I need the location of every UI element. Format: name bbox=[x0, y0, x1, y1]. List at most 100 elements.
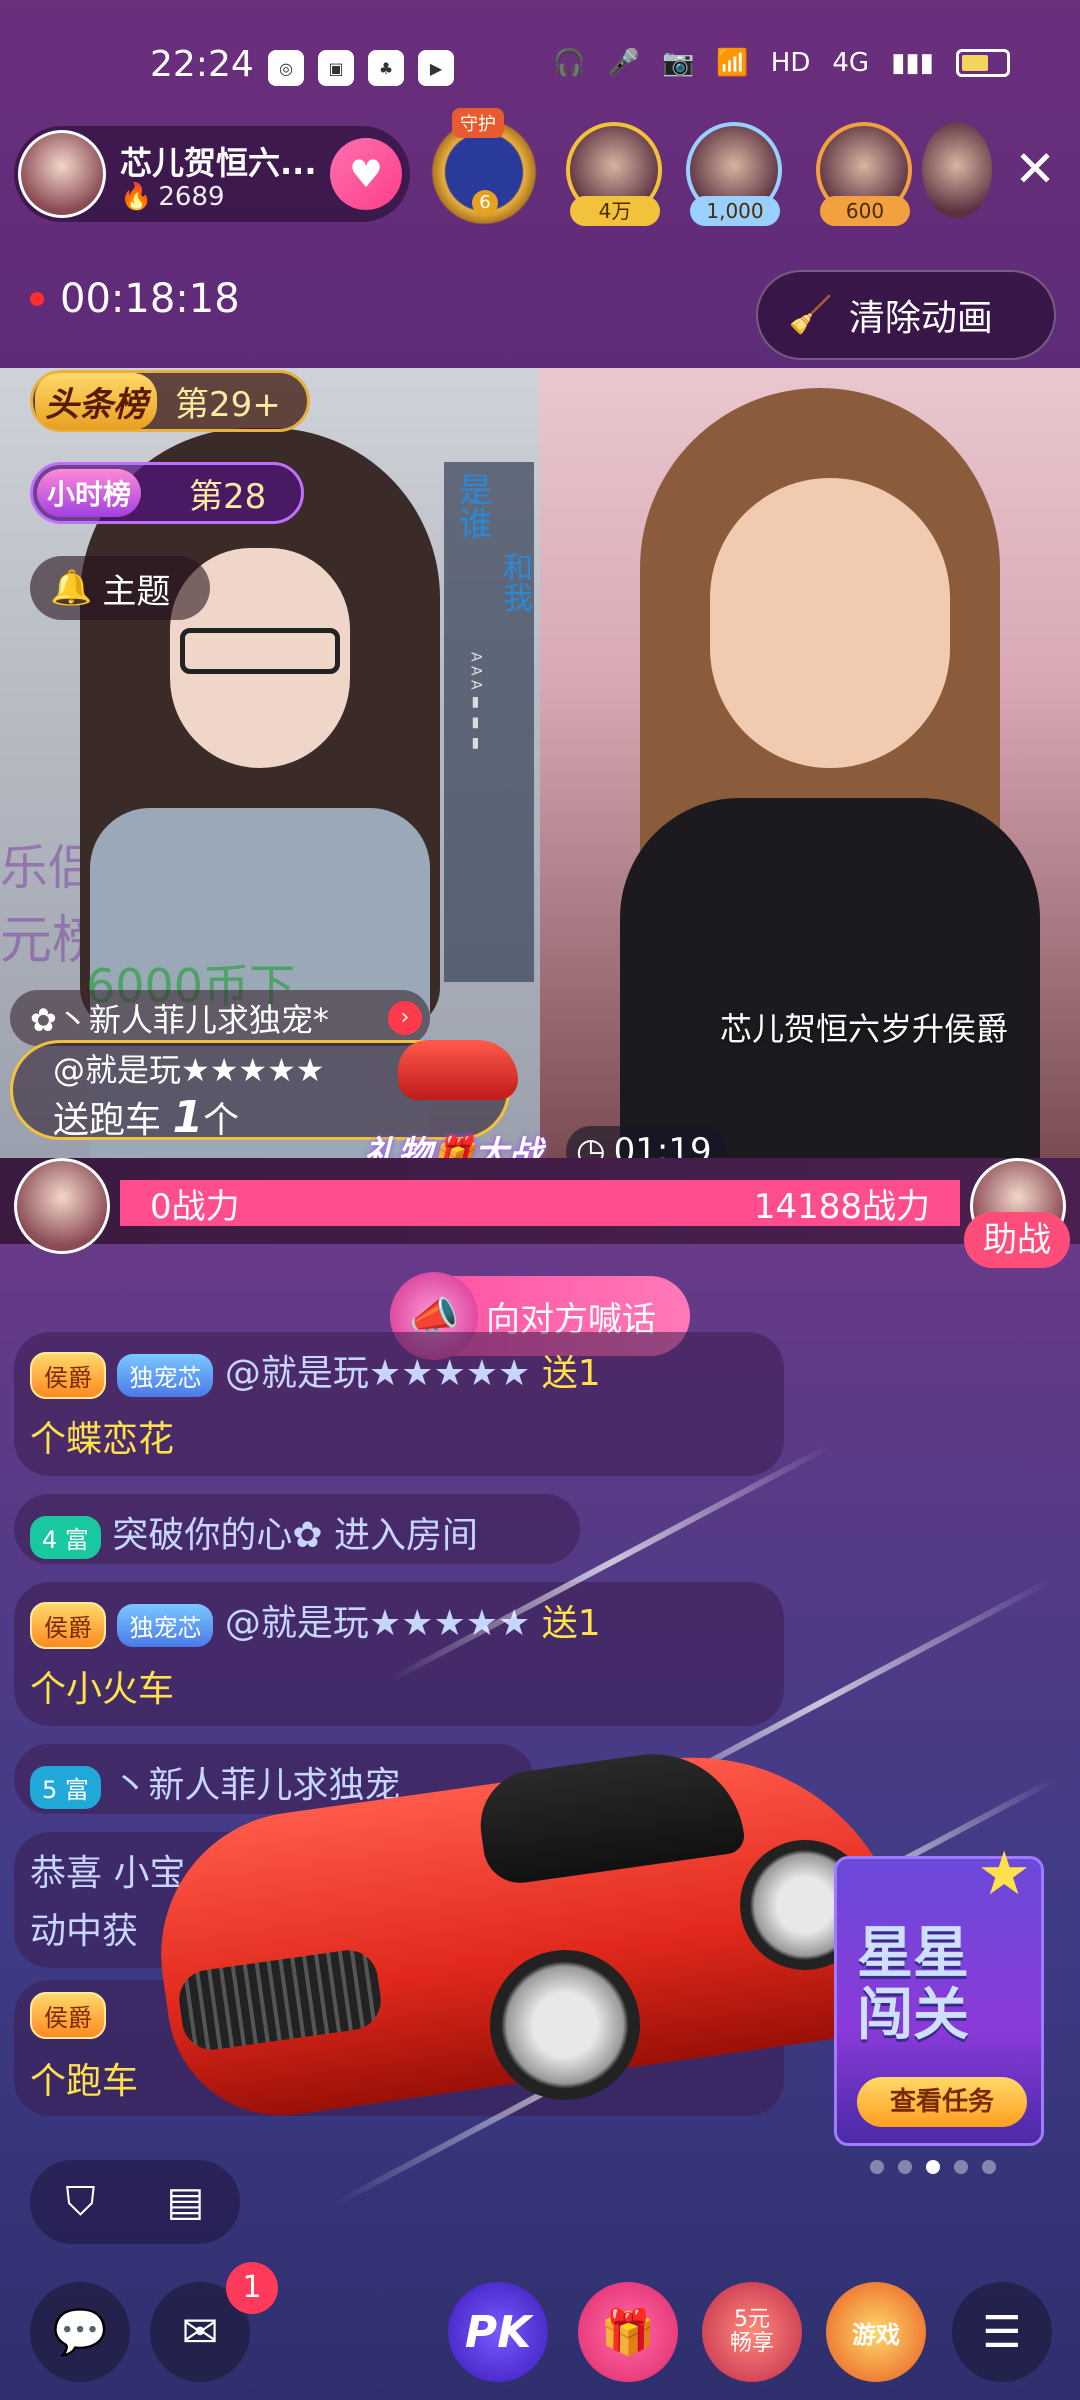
gift-icon[interactable]: 🎁 bbox=[578, 2282, 678, 2382]
chat-gift-item: 个小火车 bbox=[30, 1669, 175, 1710]
headline-rank-badge[interactable]: 头条榜 第29+ bbox=[30, 370, 310, 432]
left-supporter-avatar[interactable] bbox=[14, 1158, 110, 1254]
chat-message[interactable]: 侯爵 独宠芯 @就是玩★★★★★ 送1 个蝶恋花 bbox=[14, 1332, 784, 1476]
flame-icon: 🔥 bbox=[120, 182, 153, 212]
pk-button[interactable]: PK bbox=[448, 2282, 548, 2382]
gift-notice-gift: 送跑车 bbox=[53, 1100, 162, 1141]
game-button[interactable]: 游戏 bbox=[826, 2282, 926, 2382]
wifi-icon: 📶 bbox=[716, 48, 749, 78]
top-fan-value-1: 4万 bbox=[570, 196, 660, 226]
wealth-badge: 4 富 bbox=[30, 1515, 101, 1559]
help-battle-button[interactable]: 助战 bbox=[964, 1212, 1070, 1268]
pager-dot-active[interactable] bbox=[926, 2160, 940, 2174]
headline-rank-value: 第29+ bbox=[175, 384, 281, 425]
viewer-avatar[interactable] bbox=[922, 122, 992, 218]
follow-heart-button[interactable]: ♥ bbox=[330, 138, 402, 210]
chat-gift-item: 个跑车 bbox=[30, 2061, 139, 2102]
app-icon-3: ♣ bbox=[368, 50, 404, 86]
host-card[interactable]: 芯儿贺恒六... 🔥 2689 ♥ bbox=[14, 126, 410, 222]
menu-icon[interactable]: ☰ bbox=[952, 2282, 1052, 2382]
rank-badge: 侯爵 bbox=[30, 1351, 106, 1399]
hourly-rank-tag: 小时榜 bbox=[37, 469, 142, 517]
clear-animation-button[interactable]: 🧹 清除动画 bbox=[756, 270, 1056, 360]
carousel-pager bbox=[870, 2160, 996, 2174]
promo-line1: 5元 bbox=[733, 2306, 770, 2332]
wealth-badge: 5 富 bbox=[30, 1765, 101, 1809]
app-icon-1: ◎ bbox=[268, 50, 304, 86]
guard-badge[interactable]: 守护 6 bbox=[424, 108, 544, 232]
chat-message[interactable]: 4 富 突破你的心✿ 进入房间 bbox=[14, 1494, 580, 1564]
right-power: 14188战力 bbox=[753, 1186, 930, 1227]
hourly-rank-badge[interactable]: 小时榜 第28 bbox=[30, 462, 304, 524]
guard-tools: ⛉ ▤ bbox=[30, 2160, 240, 2244]
mic-icon: 🎤 bbox=[607, 48, 641, 78]
room-banner[interactable]: ✿丶新人菲儿求独宠* › bbox=[10, 990, 430, 1046]
rank-badge: 侯爵 bbox=[30, 1601, 106, 1649]
vertical-text-1: 是谁 bbox=[452, 472, 492, 540]
star-icon: ★ bbox=[977, 1839, 1031, 1909]
fan-badge: 独宠芯 bbox=[117, 1603, 214, 1647]
headphone-icon: 🎧 bbox=[553, 48, 586, 78]
task-list-icon[interactable]: ▤ bbox=[167, 2179, 205, 2225]
pager-dot[interactable] bbox=[954, 2160, 968, 2174]
sports-car-gift-animation bbox=[142, 1720, 918, 2140]
room-banner-text: ✿丶新人菲儿求独宠* bbox=[30, 1001, 329, 1039]
bell-icon: 🔔 bbox=[50, 568, 93, 608]
host-name: 芯儿贺恒六... bbox=[120, 144, 317, 182]
top-fan-value-3: 600 bbox=[820, 196, 910, 226]
bottom-bar: 💬 ✉ PK 🎁 5元 畅享 游戏 ☰ bbox=[0, 2270, 1080, 2400]
hd-icon: HD bbox=[770, 48, 811, 78]
vertical-text-2: 和我 bbox=[497, 552, 532, 612]
shield-icon[interactable]: ⛉ bbox=[66, 2179, 96, 2225]
host-avatar[interactable] bbox=[18, 130, 106, 218]
topic-button[interactable]: 🔔 主题 bbox=[30, 556, 210, 620]
signal-bars-icon: ▮▮▮ bbox=[891, 48, 934, 78]
song-list: A A A ▮ ▮ ▮ bbox=[467, 652, 484, 751]
chat-gift-text: 送1 bbox=[541, 1353, 601, 1394]
pager-dot[interactable] bbox=[870, 2160, 884, 2174]
chat-text: 突破你的心✿ 进入房间 bbox=[112, 1515, 478, 1556]
chat-message[interactable]: 侯爵 独宠芯 @就是玩★★★★★ 送1 个小火车 bbox=[14, 1582, 784, 1726]
topic-label: 主题 bbox=[102, 571, 171, 612]
recording-dot bbox=[30, 292, 44, 306]
power-track: 0战力 14188战力 bbox=[120, 1180, 960, 1227]
pager-dot[interactable] bbox=[982, 2160, 996, 2174]
host-heat: 🔥 2689 bbox=[120, 182, 225, 212]
status-app-icons: ◎ ▣ ♣ ▶ bbox=[268, 50, 454, 86]
left-power: 0战力 bbox=[150, 1186, 240, 1227]
camera-icon: 📷 bbox=[662, 48, 695, 78]
chat-bubble-icon[interactable]: 💬 bbox=[30, 2282, 130, 2382]
pager-dot[interactable] bbox=[898, 2160, 912, 2174]
promo-line2: 畅享 bbox=[729, 2331, 774, 2356]
mini-car-icon bbox=[398, 1040, 518, 1100]
gift-notice-unit: 个 bbox=[203, 1100, 240, 1141]
mail-unread-badge: 1 bbox=[226, 2262, 278, 2314]
chat-username: @就是玩★★★★★ bbox=[224, 1353, 531, 1394]
guard-count: 6 bbox=[472, 190, 498, 216]
promo-button[interactable]: 5元 畅享 bbox=[702, 2282, 802, 2382]
host-heat-value: 2689 bbox=[158, 182, 225, 212]
chat-text: 动中获 bbox=[30, 1911, 139, 1952]
broom-icon: 🧹 bbox=[788, 295, 833, 336]
song-panel: 是谁 和我 A A A ▮ ▮ ▮ bbox=[444, 462, 534, 982]
status-bar: 22:24 ◎ ▣ ♣ ▶ 🎧 🎤 📷 📶 HD 4G ▮▮▮ bbox=[0, 0, 1080, 110]
chat-gift-text: 送1 bbox=[541, 1603, 601, 1644]
right-streamer-name: 芯儿贺恒六岁升侯爵 bbox=[720, 1010, 1009, 1048]
clear-animation-label: 清除动画 bbox=[848, 298, 993, 339]
live-duration: 00:18:18 bbox=[30, 276, 240, 322]
star-title-line2: 闯关 bbox=[857, 1982, 969, 2048]
star-challenge-card[interactable]: ★ 星星 闯关 查看任务 bbox=[834, 1839, 1044, 2146]
app-icon-4: ▶ bbox=[418, 50, 454, 86]
close-icon[interactable]: ✕ bbox=[1014, 140, 1056, 198]
guard-label: 守护 bbox=[452, 108, 504, 138]
battery-icon bbox=[956, 49, 1010, 77]
chat-gift-item: 个蝶恋花 bbox=[30, 1419, 175, 1460]
chat-username: @就是玩★★★★★ bbox=[224, 1603, 531, 1644]
gift-notice-count: 1 bbox=[172, 1092, 204, 1143]
signal-4g-icon: 4G bbox=[832, 48, 870, 78]
view-tasks-button[interactable]: 查看任务 bbox=[857, 2077, 1027, 2127]
star-challenge-title: 星星 闯关 bbox=[857, 1923, 969, 2046]
star-title-line1: 星星 bbox=[857, 1921, 969, 1986]
top-fan-value-2: 1,000 bbox=[690, 196, 780, 226]
gift-notice-text: 送跑车 1个 bbox=[53, 1091, 239, 1143]
